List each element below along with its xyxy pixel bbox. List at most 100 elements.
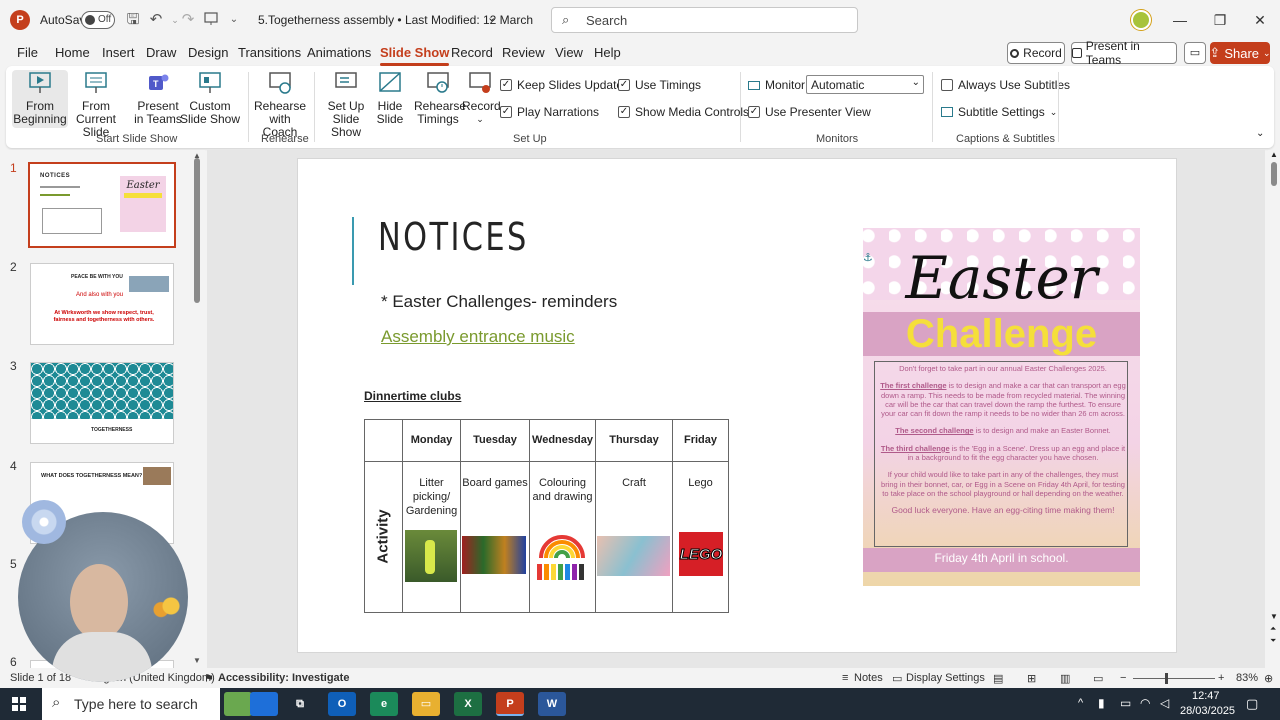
dinnertime-clubs-title[interactable]: Dinnertime clubs <box>364 389 461 403</box>
scroll-up-icon[interactable]: ▲ <box>193 151 201 160</box>
edge-icon[interactable]: e <box>370 692 398 716</box>
windows-taskbar: ⌕ Type here to search ⧉ O e ▭ X P W ^ ▮ … <box>0 688 1280 720</box>
tray-app-icon[interactable]: ▮ <box>1098 696 1105 710</box>
assembly-music-link[interactable]: Assembly entrance music <box>381 327 575 347</box>
clock-date[interactable]: 28/03/2025 <box>1180 705 1235 717</box>
record-ribbon-button[interactable]: Record ⌄ <box>462 70 501 126</box>
keep-slides-updated-checkbox[interactable]: ✓ Keep Slides Updated <box>500 78 630 92</box>
next-slide-icon[interactable]: ⏷ <box>1270 636 1276 646</box>
tray-chevron-icon[interactable]: ^ <box>1078 697 1083 709</box>
windows-start-icon[interactable] <box>12 697 26 711</box>
previous-slide-icon[interactable]: ⏶ <box>1270 624 1276 634</box>
tab-file[interactable]: File <box>17 45 38 60</box>
thumbnails-scrollbar[interactable] <box>194 158 200 303</box>
tab-slide-show[interactable]: Slide Show <box>380 45 450 66</box>
clock-time[interactable]: 12:47 <box>1192 690 1220 702</box>
collapse-ribbon-icon[interactable]: ⌄ <box>1256 128 1264 139</box>
webcam-overlay[interactable] <box>18 498 200 682</box>
clubs-table[interactable]: Monday Tuesday Wednesday Thursday Friday… <box>364 419 729 613</box>
easter-challenge-poster[interactable]: Easter Challenge Don't forget to take pa… <box>863 228 1140 586</box>
always-use-subtitles-checkbox[interactable]: Always Use Subtitles <box>941 78 1070 92</box>
fit-to-window-icon[interactable]: ⊕ <box>1264 672 1273 685</box>
slide-thumbnail-1[interactable]: NOTICES Easter <box>28 162 176 248</box>
current-slide[interactable]: NOTICES * Easter Challenges- reminders A… <box>297 158 1177 653</box>
bullet-easter-challenges[interactable]: * Easter Challenges- reminders <box>381 292 617 312</box>
notes-button[interactable]: Notes <box>854 672 883 684</box>
outlook-icon[interactable]: O <box>328 692 356 716</box>
accessibility-status[interactable]: Accessibility: Investigate <box>218 672 349 684</box>
scroll-down-icon[interactable]: ▼ <box>1270 612 1278 621</box>
file-explorer-icon[interactable]: ▭ <box>412 692 440 716</box>
customize-toolbar-icon[interactable]: ⌄ <box>225 11 243 29</box>
tab-draw[interactable]: Draw <box>146 45 176 60</box>
comments-icon[interactable]: ▭ <box>1184 42 1206 64</box>
present-from-start-icon[interactable] <box>202 11 220 29</box>
subtitle-settings-button[interactable]: Subtitle Settings ⌄ <box>941 105 1057 119</box>
record-button[interactable]: Record <box>1007 42 1065 64</box>
play-narrations-checkbox[interactable]: ✓ Play Narrations <box>500 105 599 119</box>
canvas-scroll-thumb[interactable] <box>1271 162 1277 186</box>
title-dropdown-icon[interactable]: ⌄ <box>487 11 496 24</box>
normal-view-icon[interactable]: ▤ <box>993 672 1003 685</box>
slide-thumbnail-2[interactable]: PEACE BE WITH YOU And also with you At W… <box>30 263 174 345</box>
taskbar-app-icon[interactable] <box>250 692 278 716</box>
zoom-slider[interactable] <box>1133 673 1215 684</box>
tab-help[interactable]: Help <box>594 45 621 60</box>
save-icon[interactable]: 🖫 <box>124 11 142 29</box>
set-up-slide-show-button[interactable]: Set Up Slide Show <box>318 70 374 139</box>
use-presenter-view-checkbox[interactable]: ✓ Use Presenter View <box>748 105 871 119</box>
tab-home[interactable]: Home <box>55 45 90 60</box>
slide-title[interactable]: NOTICES <box>378 215 529 259</box>
tab-view[interactable]: View <box>555 45 583 60</box>
autosave-toggle[interactable]: Off <box>81 11 115 29</box>
tab-design[interactable]: Design <box>188 45 228 60</box>
tab-record[interactable]: Record <box>451 45 493 60</box>
show-media-controls-checkbox[interactable]: ✓ Show Media Controls <box>618 105 749 119</box>
zoom-slider-thumb[interactable] <box>1165 673 1168 684</box>
search-input[interactable]: ⌕ Search <box>551 7 858 33</box>
use-timings-checkbox[interactable]: ✓ Use Timings <box>618 78 701 92</box>
slide-show-view-icon[interactable]: ▭ <box>1093 672 1103 685</box>
powerpoint-taskbar-icon[interactable]: P <box>496 692 524 716</box>
zoom-level[interactable]: 83% <box>1236 672 1258 684</box>
close-icon[interactable]: ✕ <box>1248 8 1272 32</box>
task-view-icon[interactable]: ⧉ <box>286 692 314 716</box>
text-box-selection[interactable] <box>874 361 1128 547</box>
present-in-teams-button[interactable]: Present in Teams <box>1071 39 1177 67</box>
minimize-icon[interactable]: — <box>1168 8 1192 32</box>
hide-slide-button[interactable]: Hide Slide <box>372 70 408 126</box>
scroll-up-icon[interactable]: ▲ <box>1270 150 1278 159</box>
excel-icon[interactable]: X <box>454 692 482 716</box>
from-beginning-button[interactable]: From Beginning <box>12 70 68 128</box>
tab-review[interactable]: Review <box>502 45 545 60</box>
notifications-icon[interactable]: ▢ <box>1246 696 1258 712</box>
slide-thumbnail-3[interactable]: TOGETHERNESS <box>30 362 174 444</box>
display-settings-button[interactable]: Display Settings <box>906 672 985 684</box>
tab-insert[interactable]: Insert <box>102 45 135 60</box>
from-current-slide-button[interactable]: From Current Slide <box>66 70 126 139</box>
account-avatar[interactable] <box>1131 10 1151 30</box>
taskbar-app-icon[interactable] <box>224 692 252 716</box>
present-in-teams-ribbon-button[interactable]: T Present in Teams <box>134 70 182 126</box>
rehearse-with-coach-button[interactable]: Rehearse with Coach <box>252 70 308 139</box>
zoom-in-icon[interactable]: + <box>1218 672 1224 684</box>
taskbar-search-input[interactable]: ⌕ Type here to search <box>42 688 220 720</box>
tab-transitions[interactable]: Transitions <box>238 45 301 60</box>
reading-view-icon[interactable]: ▥ <box>1060 672 1070 685</box>
rehearse-timings-button[interactable]: Rehearse Timings <box>414 70 466 126</box>
tab-animations[interactable]: Animations <box>307 45 371 60</box>
ribbon: From Beginning From Current Slide T Pres… <box>6 66 1274 148</box>
zoom-out-icon[interactable]: − <box>1120 672 1126 684</box>
volume-icon[interactable]: ◁ <box>1160 696 1169 710</box>
canvas-scrollbar[interactable]: ▲ ▼ ⏶ ⏷ <box>1268 150 1280 668</box>
redo-icon[interactable]: ↷ <box>179 11 197 29</box>
monitor-select[interactable]: Automatic ⌄ <box>806 75 924 94</box>
slide-sorter-icon[interactable]: ⊞ <box>1027 672 1036 685</box>
custom-slide-show-button[interactable]: Custom Slide Show <box>178 70 242 126</box>
undo-icon[interactable]: ↶ <box>147 11 165 29</box>
word-icon[interactable]: W <box>538 692 566 716</box>
battery-icon[interactable]: ▭ <box>1120 696 1131 710</box>
maximize-icon[interactable]: ❐ <box>1208 8 1232 32</box>
wifi-icon[interactable]: ◠ <box>1140 696 1150 710</box>
share-button[interactable]: ⇪ Share ⌄ <box>1209 42 1271 64</box>
